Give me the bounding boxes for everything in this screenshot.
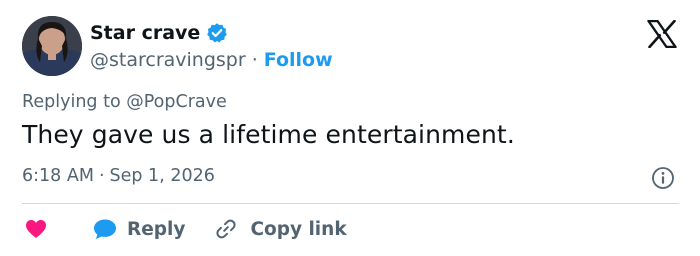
- reply-context-prefix: Replying to: [22, 92, 121, 112]
- action-bar: Reply Copy link: [24, 214, 347, 244]
- info-icon[interactable]: [651, 166, 675, 190]
- tweet-text: They gave us a lifetime entertainment.: [22, 120, 515, 149]
- verified-badge-icon: [206, 22, 228, 44]
- reply-context: Replying to @PopCrave: [22, 92, 227, 112]
- author-handle-row: @starcravingspr · Follow: [90, 47, 333, 73]
- tweet-card: Star crave @starcravingspr · Follow Repl…: [0, 0, 700, 256]
- tweet-timestamp[interactable]: 6:18 AM · Sep 1, 2026: [22, 166, 215, 186]
- link-icon: [214, 217, 238, 241]
- copy-link-button[interactable]: Copy link: [214, 217, 347, 241]
- follow-button[interactable]: Follow: [264, 49, 333, 71]
- tweet-date: Sep 1, 2026: [109, 166, 215, 186]
- author-handle[interactable]: @starcravingspr: [90, 49, 246, 71]
- reply-button[interactable]: Reply: [92, 217, 185, 241]
- reply-context-mention[interactable]: @PopCrave: [126, 92, 227, 112]
- heart-icon[interactable]: [24, 217, 48, 241]
- timestamp-separator: ·: [98, 166, 105, 186]
- handle-separator: ·: [251, 49, 258, 71]
- author-name-row: Star crave: [90, 20, 228, 46]
- speech-bubble-icon: [92, 217, 118, 241]
- copy-link-label: Copy link: [250, 218, 347, 240]
- divider: [22, 203, 679, 204]
- avatar[interactable]: [22, 16, 82, 76]
- author-display-name[interactable]: Star crave: [90, 22, 200, 44]
- reply-label: Reply: [127, 218, 186, 240]
- tweet-time: 6:18 AM: [22, 166, 94, 186]
- x-logo-icon[interactable]: [647, 19, 677, 49]
